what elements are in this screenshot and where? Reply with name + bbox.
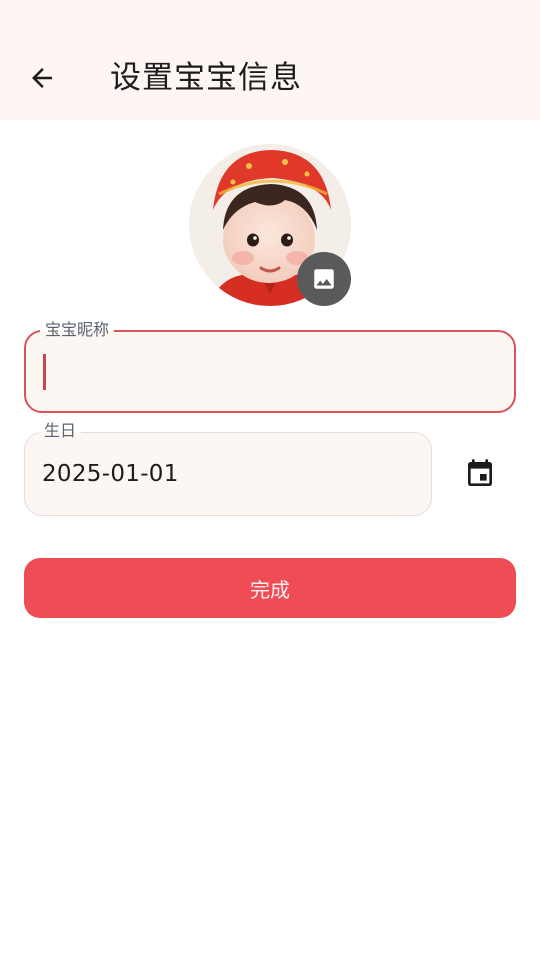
- nickname-input[interactable]: [42, 350, 492, 392]
- birthday-field[interactable]: 生日 2025-01-01: [24, 420, 432, 516]
- nickname-field[interactable]: 宝宝昵称: [24, 319, 516, 413]
- birthday-value: 2025-01-01: [42, 461, 179, 487]
- avatar-container: [189, 144, 351, 306]
- back-button[interactable]: [16, 52, 68, 104]
- app-bar: 设置宝宝信息: [0, 0, 540, 120]
- nickname-label: 宝宝昵称: [40, 319, 115, 341]
- text-cursor: [43, 354, 46, 390]
- image-icon: [314, 269, 334, 289]
- birthday-label: 生日: [39, 420, 82, 442]
- arrow-left-icon: [32, 68, 52, 88]
- change-avatar-button[interactable]: [297, 252, 351, 306]
- page-title: 设置宝宝信息: [110, 60, 302, 96]
- calendar-icon: [468, 459, 492, 486]
- done-button[interactable]: 完成: [24, 558, 516, 618]
- date-picker-button[interactable]: [452, 446, 508, 502]
